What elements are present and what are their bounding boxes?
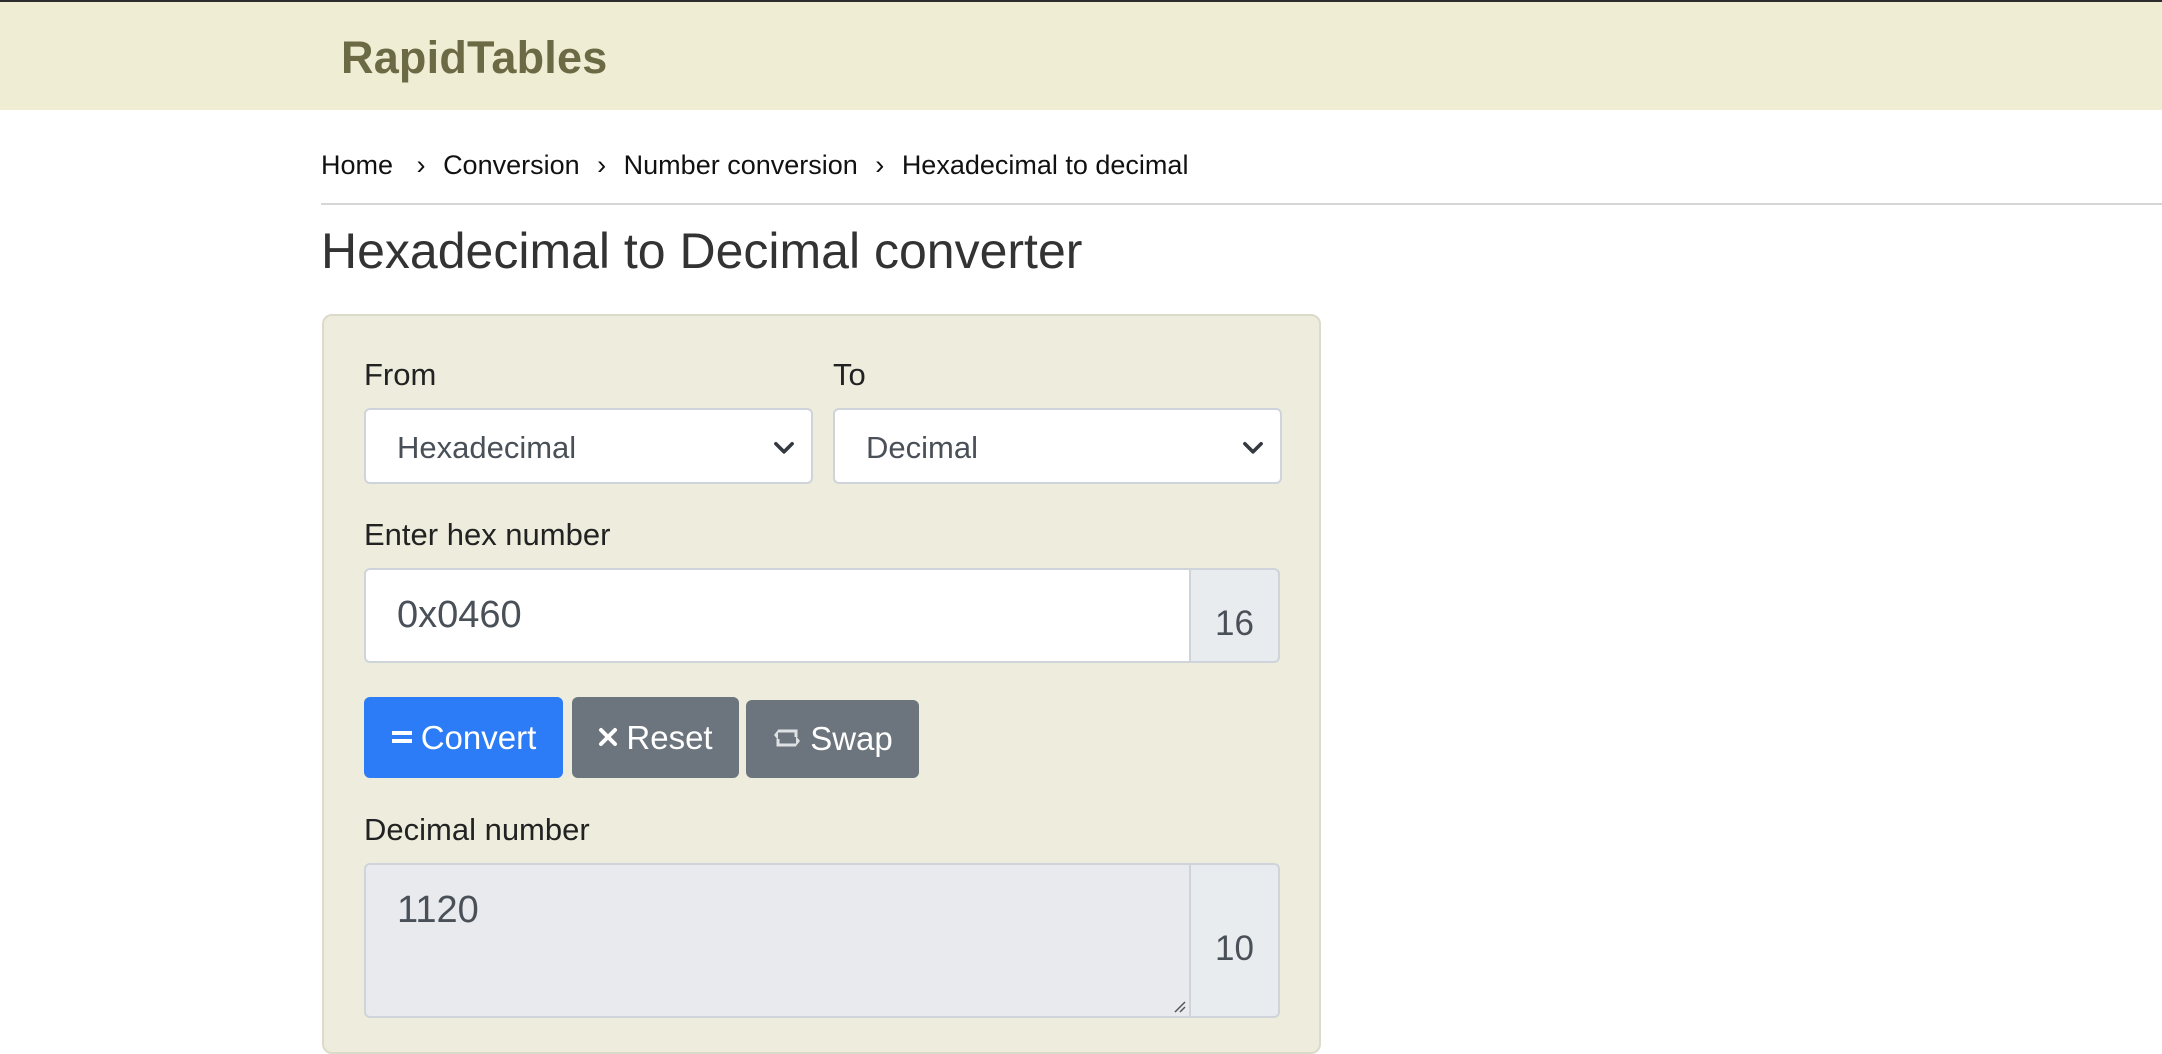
- top-header: RapidTables: [0, 0, 2162, 110]
- to-select-value: Decimal: [866, 430, 978, 465]
- decimal-output-value: 1120: [397, 889, 479, 931]
- input-label: Enter hex number: [364, 517, 611, 552]
- breadcrumb-current-page[interactable]: Hexadecimal to decimal: [902, 150, 1189, 181]
- hex-input-value: 0x0460: [397, 594, 522, 636]
- to-select[interactable]: Decimal: [833, 408, 1282, 484]
- breadcrumb-separator: ›: [597, 150, 607, 180]
- chevron-down-icon: [1243, 441, 1263, 454]
- convert-button[interactable]: Convert: [364, 697, 563, 778]
- from-select-value: Hexadecimal: [397, 430, 577, 465]
- input-base-value: 16: [1215, 604, 1254, 643]
- swap-button-label: Swap: [810, 720, 893, 757]
- converter-panel: From To Hexadecimal Decimal Enter hex nu…: [322, 314, 1321, 1054]
- resize-handle-icon[interactable]: [1171, 998, 1187, 1014]
- breadcrumb-separator: ›: [416, 150, 426, 180]
- output-base-value: 10: [1215, 929, 1254, 968]
- output-label: Decimal number: [364, 812, 590, 847]
- divider: [321, 203, 2162, 205]
- chevron-down-icon: [774, 441, 794, 454]
- reset-button-label: Reset: [626, 719, 713, 756]
- close-icon: [599, 728, 618, 747]
- decimal-output[interactable]: 1120: [364, 863, 1191, 1018]
- hex-input[interactable]: 0x0460: [364, 568, 1191, 663]
- swap-icon: [774, 729, 801, 747]
- page-title: Hexadecimal to Decimal converter: [321, 223, 1083, 279]
- breadcrumb-number-conversion[interactable]: Number conversion: [624, 150, 858, 181]
- swap-button[interactable]: Swap: [746, 700, 919, 778]
- convert-button-label: Convert: [420, 719, 537, 756]
- breadcrumb: Home › Conversion › Number conversion › …: [321, 150, 1188, 181]
- breadcrumb-separator: ›: [875, 150, 885, 180]
- reset-button[interactable]: Reset: [572, 697, 739, 778]
- breadcrumb-conversion[interactable]: Conversion: [443, 150, 580, 181]
- breadcrumb-home[interactable]: Home: [321, 150, 393, 181]
- equals-icon: [391, 731, 412, 744]
- from-label: From: [364, 357, 437, 392]
- from-select[interactable]: Hexadecimal: [364, 408, 813, 484]
- input-base-addon: 16: [1191, 568, 1280, 663]
- site-logo[interactable]: RapidTables: [341, 32, 607, 84]
- output-base-addon: 10: [1191, 863, 1280, 1018]
- to-label: To: [833, 357, 866, 392]
